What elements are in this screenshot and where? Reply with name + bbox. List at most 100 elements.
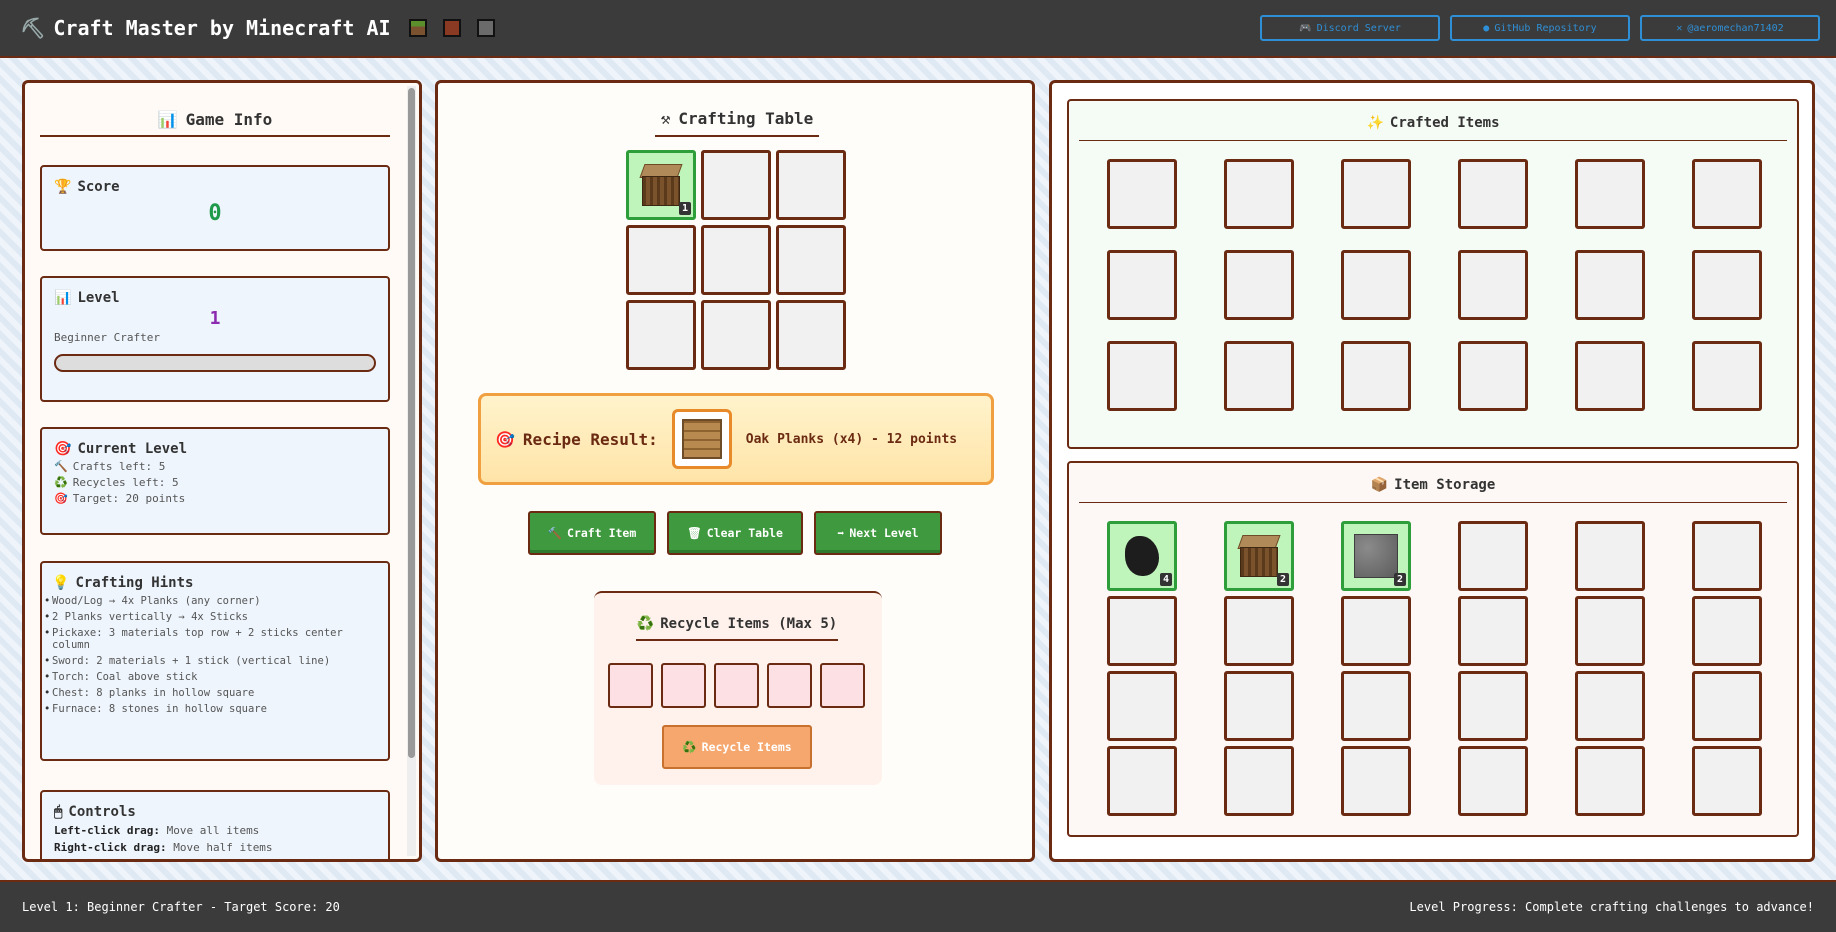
storage-slot[interactable]	[1692, 596, 1762, 666]
storage-slot[interactable]	[1341, 671, 1411, 741]
game-info-title: 📊 Game Info	[40, 103, 390, 137]
storage-slot[interactable]	[1224, 671, 1294, 741]
storage-slot[interactable]	[1458, 671, 1528, 741]
storage-slot[interactable]	[1575, 671, 1645, 741]
recycle-slot[interactable]	[714, 663, 759, 708]
crafted-slot[interactable]	[1107, 250, 1177, 320]
recycle-icon: ♻️	[636, 616, 655, 632]
crafting-slot[interactable]	[776, 225, 846, 295]
clear-table-button[interactable]: 🗑 Clear Table	[667, 511, 803, 555]
crafted-slot[interactable]	[1224, 159, 1294, 229]
crafted-slot[interactable]	[1107, 341, 1177, 411]
oak-planks-icon	[681, 419, 722, 459]
mouse-icon: 🖱	[54, 804, 63, 820]
storage-slot[interactable]	[1575, 521, 1645, 591]
storage-slot[interactable]	[1458, 596, 1528, 666]
crafting-slot[interactable]	[701, 150, 771, 220]
recycle-icon: ♻️	[682, 740, 697, 754]
crafted-slot[interactable]	[1224, 341, 1294, 411]
storage-slot[interactable]	[1575, 746, 1645, 816]
github-link[interactable]: ● GitHub Repository	[1450, 15, 1630, 41]
crafting-slot[interactable]: 1	[626, 150, 696, 220]
game-info-heading: Game Info	[185, 109, 273, 129]
crafted-slot[interactable]	[1224, 250, 1294, 320]
level-name: Beginner Crafter	[54, 331, 160, 344]
crafted-slot[interactable]	[1341, 250, 1411, 320]
bar-chart-icon: 📊	[157, 109, 178, 129]
controls-heading: 🖱 Controls	[54, 804, 376, 820]
discord-link[interactable]: 🎮 Discord Server	[1260, 15, 1440, 41]
app-header: ⛏ Craft Master by Minecraft AI 🎮 Discord…	[0, 0, 1836, 58]
scrollbar-thumb[interactable]	[408, 88, 415, 758]
hammer-icon: 🔨	[54, 460, 68, 473]
score-card: 🏆 Score 0	[40, 165, 390, 251]
crafted-slot[interactable]	[1458, 159, 1528, 229]
stone-block-icon	[476, 19, 495, 37]
crafted-slot[interactable]	[1692, 250, 1762, 320]
hint-item: Chest: 8 planks in hollow square	[52, 687, 378, 699]
hints-card: 💡 Crafting Hints Wood/Log → 4x Planks (a…	[40, 561, 390, 761]
recipe-result-text: Oak Planks (x4) - 12 points	[745, 431, 958, 447]
storage-slot[interactable]	[1458, 746, 1528, 816]
storage-slot[interactable]	[1224, 746, 1294, 816]
storage-slot[interactable]	[1341, 596, 1411, 666]
recycle-slot[interactable]	[820, 663, 865, 708]
crafted-slot[interactable]	[1692, 159, 1762, 229]
crafted-slot[interactable]	[1458, 341, 1528, 411]
storage-slot[interactable]	[1692, 746, 1762, 816]
control-left-click: Left-click drag: Move all items	[54, 824, 376, 837]
level-value: 1	[209, 308, 221, 329]
box-icon: 📦	[1370, 476, 1389, 493]
storage-slot[interactable]: 2	[1341, 521, 1411, 591]
crafting-title: ⚒ Crafting Table	[655, 101, 819, 137]
recycle-icon: ♻️	[54, 476, 68, 489]
storage-slot[interactable]	[1692, 671, 1762, 741]
recycle-slot[interactable]	[767, 663, 812, 708]
discord-link-label: Discord Server	[1316, 22, 1401, 34]
header-links: 🎮 Discord Server ● GitHub Repository ✕ @…	[1260, 15, 1820, 41]
recycle-slot[interactable]	[661, 663, 706, 708]
crafting-slot[interactable]	[701, 300, 771, 370]
storage-slot[interactable]	[1107, 671, 1177, 741]
crafting-slot[interactable]	[626, 300, 696, 370]
crafted-slot[interactable]	[1458, 250, 1528, 320]
crafted-slot[interactable]	[1575, 159, 1645, 229]
crafting-slot[interactable]	[626, 225, 696, 295]
storage-slot[interactable]	[1341, 746, 1411, 816]
craft-item-button[interactable]: 🔨 Craft Item	[528, 511, 656, 555]
stone-icon	[1354, 534, 1398, 578]
storage-slot[interactable]	[1575, 596, 1645, 666]
crafting-slot[interactable]	[701, 225, 771, 295]
storage-slot[interactable]	[1224, 596, 1294, 666]
crafting-slot[interactable]	[776, 300, 846, 370]
crafted-items-title: ✨ Crafted Items	[1079, 105, 1787, 141]
crafted-slot[interactable]	[1341, 341, 1411, 411]
recycle-slot[interactable]	[608, 663, 653, 708]
storage-slot[interactable]: 4	[1107, 521, 1177, 591]
storage-slot[interactable]	[1458, 521, 1528, 591]
recipe-result-label-text: Recipe Result:	[522, 429, 658, 449]
recycle-heading: Recycle Items (Max 5)	[660, 616, 838, 632]
crafted-slot[interactable]	[1692, 341, 1762, 411]
current-level-label: Current Level	[77, 441, 188, 457]
crafted-slot[interactable]	[1341, 159, 1411, 229]
target-icon: 🎯	[495, 429, 515, 449]
next-level-button[interactable]: ➡ Next Level	[814, 511, 942, 555]
craft-item-label: Craft Item	[567, 526, 637, 540]
result-slot[interactable]	[671, 409, 732, 469]
storage-slot[interactable]: 2	[1224, 521, 1294, 591]
recycle-items-button[interactable]: ♻️ Recycle Items	[662, 725, 812, 769]
github-link-label: GitHub Repository	[1494, 22, 1597, 34]
hammer-pick-icon: ⚒	[660, 108, 671, 128]
storage-slot[interactable]	[1107, 746, 1177, 816]
storage-slot[interactable]	[1692, 521, 1762, 591]
crafted-slot[interactable]	[1575, 341, 1645, 411]
crafted-slot[interactable]	[1575, 250, 1645, 320]
storage-slot[interactable]	[1107, 596, 1177, 666]
crafted-slot[interactable]	[1107, 159, 1177, 229]
item-storage-panel: 📦 Item Storage 4 2 2	[1067, 461, 1799, 837]
x-link[interactable]: ✕ @aeromechan71402	[1640, 15, 1820, 41]
score-label: Score	[77, 179, 120, 195]
crafting-slot[interactable]	[776, 150, 846, 220]
current-level-card: 🎯 Current Level 🔨 Crafts left: 5 ♻️ Recycl…	[40, 427, 390, 535]
